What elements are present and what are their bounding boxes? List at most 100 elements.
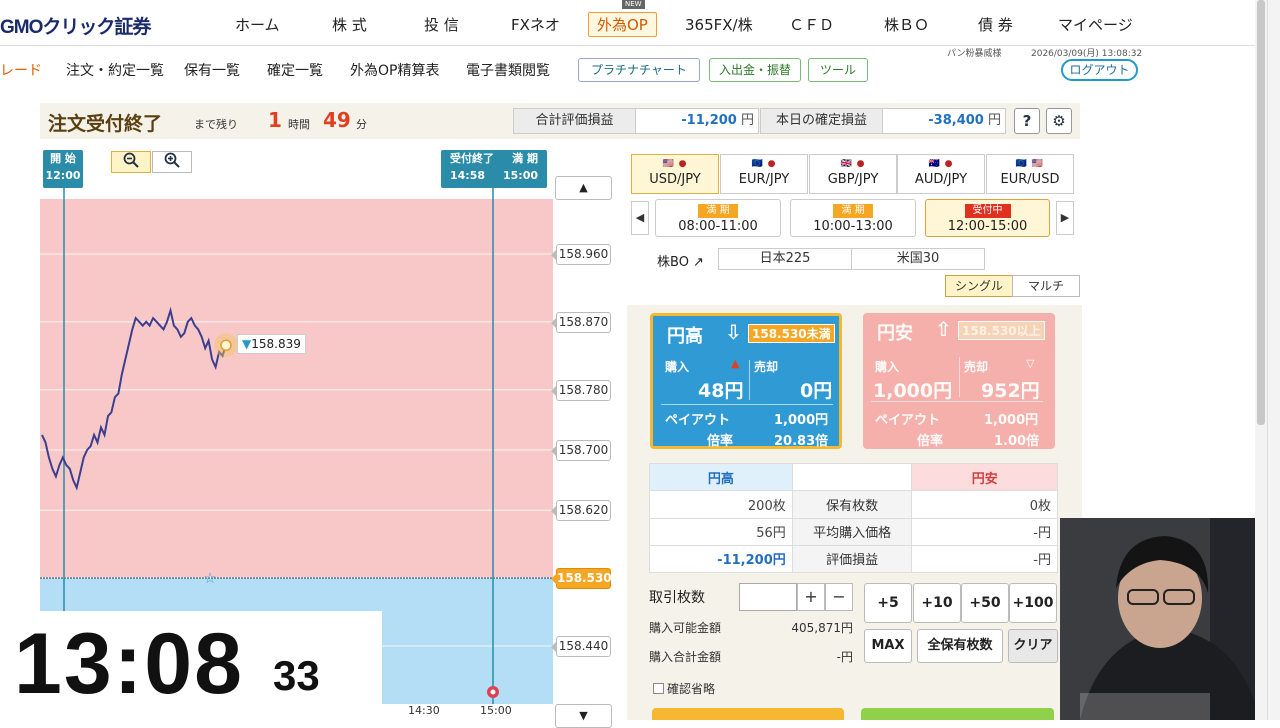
subnav-holdings[interactable]: 保有一覧 xyxy=(184,60,240,80)
unrealized-pl-unit: 円 xyxy=(740,113,754,128)
card-separator xyxy=(661,404,833,405)
expiry-pin-center xyxy=(490,689,496,695)
clear-button[interactable]: クリア xyxy=(1008,629,1058,663)
skip-confirm-checkbox[interactable]: 確認省略 xyxy=(653,680,715,697)
nav-stocks[interactable]: 株 式 xyxy=(332,14,367,35)
currency-name: AUD/JPY xyxy=(914,172,968,187)
yen-down-sell-price[interactable]: 952円 xyxy=(981,376,1040,403)
arrow-down-icon: ⇩ xyxy=(725,320,742,344)
nav-funds[interactable]: 投 信 xyxy=(424,14,459,35)
currency-tab-eur-jpy[interactable]: 🇪🇺 ● EUR/JPY xyxy=(720,154,808,194)
subnav-statement[interactable]: 外為OP精算表 xyxy=(350,60,439,80)
yen-up-strike: 158.530未満 xyxy=(748,324,835,343)
nav-home[interactable]: ホーム xyxy=(235,14,280,35)
multi-mode-button[interactable]: マルチ xyxy=(1012,275,1080,297)
clock-hm: 13:08 xyxy=(14,616,244,712)
us30-button[interactable]: 米国30 xyxy=(851,248,985,270)
logout-button[interactable]: ログアウト xyxy=(1061,59,1138,81)
currency-tab-eur-usd[interactable]: 🇪🇺 🇺🇸 EUR/USD xyxy=(986,154,1074,194)
price-down-icon: ▽ xyxy=(1026,357,1035,370)
period-1200-1500[interactable]: 受付中 12:00-15:00 xyxy=(925,199,1050,237)
nav-365fx[interactable]: 365FX/株 xyxy=(685,14,753,35)
realized-pl-label: 本日の確定損益 xyxy=(760,108,883,134)
help-icon[interactable]: ? xyxy=(1014,108,1040,134)
yen-up-sell-price[interactable]: 0円 xyxy=(800,376,832,403)
max-button[interactable]: MAX xyxy=(864,629,912,663)
strike-price-tag[interactable]: 158.530 xyxy=(551,568,612,590)
order-status-title: 注文受付終了 xyxy=(48,113,163,135)
nav-fxneo[interactable]: FXネオ xyxy=(511,14,560,35)
scroll-up-button[interactable]: ▲ xyxy=(555,176,612,200)
add-5-button[interactable]: +5 xyxy=(864,583,912,623)
unrealized-pl-number: -11,200 xyxy=(681,113,737,128)
holdings-up-avg: 56円 xyxy=(649,517,793,546)
flag-icons: 🇬🇧 ● xyxy=(840,159,866,169)
period-badge: 受付中 xyxy=(964,204,1011,218)
buy-down-button[interactable] xyxy=(861,708,1054,720)
nav-fx-option[interactable]: 外為OP xyxy=(588,12,657,37)
add-100-button[interactable]: +100 xyxy=(1009,583,1057,623)
deposit-transfer-button[interactable]: 入出金・振替 xyxy=(709,58,801,82)
holdings-down-header: 円安 xyxy=(911,462,1058,492)
y-tick-label: 158.780 xyxy=(551,379,611,401)
period-prev-icon[interactable]: ◀ xyxy=(631,201,649,235)
platinum-chart-button[interactable]: プラチナチャート xyxy=(578,58,700,82)
flag-icons: 🇺🇸 ● xyxy=(662,159,688,169)
lot-quantity-input[interactable] xyxy=(739,583,797,611)
add-10-button[interactable]: +10 xyxy=(913,583,961,623)
period-next-icon[interactable]: ▶ xyxy=(1056,201,1074,235)
subnav-documents[interactable]: 電子書類閲覧 xyxy=(466,60,550,80)
lot-plus-button[interactable]: + xyxy=(797,583,825,611)
nav-stock-bo[interactable]: 株ＢＯ xyxy=(884,14,929,35)
subnav-orders[interactable]: 注文・約定一覧 xyxy=(66,60,164,80)
holdings-up-header: 円高 xyxy=(649,462,793,492)
checkbox-icon xyxy=(653,683,664,694)
currency-tab-aud-jpy[interactable]: 🇦🇺 ● AUD/JPY xyxy=(897,154,985,194)
webcam-overlay xyxy=(1060,518,1280,720)
single-mode-button[interactable]: シングル xyxy=(945,275,1013,297)
zoom-out-icon[interactable] xyxy=(111,151,151,173)
all-holdings-button[interactable]: 全保有枚数 xyxy=(917,629,1003,663)
zoom-in-icon[interactable] xyxy=(152,151,192,173)
period-0800-1100[interactable]: 満 期 08:00-11:00 xyxy=(655,199,781,237)
rate-value: 20.83倍 xyxy=(774,434,829,449)
sub-navigation: レード 注文・約定一覧 保有一覧 確定一覧 外為OP精算表 電子書類閲覧 プラチ… xyxy=(0,49,1255,90)
tools-button[interactable]: ツール xyxy=(808,58,868,82)
scroll-down-button[interactable]: ▼ xyxy=(555,704,612,728)
stock-bo-link[interactable]: 株BO ↗ xyxy=(657,251,704,270)
currency-name: GBP/JPY xyxy=(827,172,879,187)
period-1000-1300[interactable]: 満 期 10:00-13:00 xyxy=(790,199,916,237)
lot-minus-button[interactable]: − xyxy=(825,583,853,611)
card-separator xyxy=(871,401,1043,402)
end-marker-times: 14:58 15:00 xyxy=(441,167,547,184)
period-time: 10:00-13:00 xyxy=(813,219,893,234)
currency-tab-gbp-jpy[interactable]: 🇬🇧 ● GBP/JPY xyxy=(809,154,897,194)
sell-label: 売却 xyxy=(754,360,779,374)
yen-down-buy-price[interactable]: 1,000円 xyxy=(873,376,952,403)
nav-cfd[interactable]: ＣＦＤ xyxy=(789,14,834,35)
scrollbar-thumb[interactable] xyxy=(1257,0,1265,425)
nikkei225-button[interactable]: 日本225 xyxy=(718,248,852,270)
nav-mypage[interactable]: マイページ xyxy=(1058,14,1133,35)
yen-up-card[interactable]: 円高 ⇩ 158.530未満 購入 ▲ 売却 48円 0円 ペイアウト 1,00… xyxy=(650,313,842,449)
flag-icons: 🇦🇺 ● xyxy=(928,159,954,169)
settings-icon[interactable]: ⚙ xyxy=(1046,108,1072,134)
user-name: パン粉暴威様 xyxy=(947,49,1002,59)
yen-up-buy-price[interactable]: 48円 xyxy=(698,376,743,403)
expiry-time: 15:00 xyxy=(502,169,538,182)
y-tick-label: 158.440 xyxy=(551,636,611,657)
page-scrollbar[interactable] xyxy=(1255,0,1280,720)
unrealized-pl-value: -11,200 円 xyxy=(635,108,759,134)
new-badge: NEW xyxy=(622,0,645,9)
nav-bonds[interactable]: 債 券 xyxy=(978,14,1013,35)
subnav-settled[interactable]: 確定一覧 xyxy=(267,60,323,80)
brand-logo[interactable]: GMOクリック証券 xyxy=(0,12,151,39)
buy-up-button[interactable] xyxy=(652,708,844,720)
subnav-trade[interactable]: レード xyxy=(0,60,42,80)
status-bar: 注文受付終了 まで残り 1 時間 49 分 合計評価損益 -11,200 円 本… xyxy=(40,103,1080,139)
yen-down-card[interactable]: 円安 ⇧ 158.530以上 購入 売却 ▽ 1,000円 952円 ペイアウト… xyxy=(863,313,1055,449)
currency-tab-usd-jpy[interactable]: 🇺🇸 ● USD/JPY xyxy=(631,154,719,194)
add-50-button[interactable]: +50 xyxy=(961,583,1009,623)
y-tick-label: 158.620 xyxy=(551,500,611,522)
clock-overlay: 13:08 33 xyxy=(0,611,382,720)
